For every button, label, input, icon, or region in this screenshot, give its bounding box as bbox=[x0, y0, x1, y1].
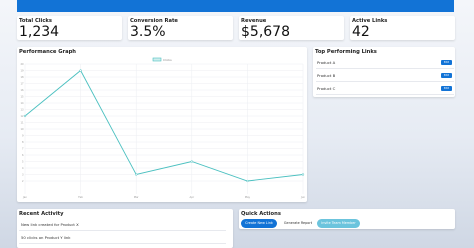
y-tick-label: 19 bbox=[20, 70, 24, 73]
top-link-item: Product A Edit bbox=[316, 57, 454, 69]
stat-value: 3.5% bbox=[130, 24, 166, 40]
activity-item: 50 clicks on Product Y link bbox=[19, 232, 226, 244]
x-tick-label: Apr bbox=[190, 195, 195, 199]
y-tick-label: 11 bbox=[20, 122, 24, 125]
edit-button[interactable]: Edit bbox=[441, 86, 452, 91]
y-tick-label: 18 bbox=[20, 76, 24, 79]
activity-item: New link created for Product X bbox=[19, 219, 226, 231]
top-link-item: Product C Edit bbox=[316, 83, 454, 95]
y-tick-label: 17 bbox=[20, 83, 24, 86]
y-tick-label: 4 bbox=[22, 167, 24, 170]
data-point bbox=[23, 114, 27, 118]
edit-button[interactable]: Edit bbox=[441, 60, 452, 65]
edit-button[interactable]: Edit bbox=[441, 73, 452, 78]
stat-value: $5,678 bbox=[241, 24, 290, 40]
performance-graph-card: Performance Graph Clicks 20 19 18 17 16 15 14 13… bbox=[17, 47, 307, 202]
data-point bbox=[79, 69, 82, 72]
generate-report-button[interactable]: Generate Report bbox=[280, 219, 316, 228]
y-tick-label: 15 bbox=[20, 96, 24, 99]
stat-value: 1,234 bbox=[19, 24, 60, 40]
legend-swatch bbox=[152, 57, 162, 62]
quick-actions-title: Quick Actions bbox=[241, 211, 281, 217]
y-tick-label: 8 bbox=[22, 141, 24, 144]
top-link-label: Product C bbox=[317, 86, 336, 91]
x-tick-label: Feb bbox=[78, 195, 83, 199]
y-tick-label: 16 bbox=[20, 89, 24, 92]
top-link-item: Product B Edit bbox=[316, 70, 454, 82]
y-tick-label: 2 bbox=[22, 180, 24, 183]
x-tick-label: Jun bbox=[300, 195, 305, 199]
y-tick-label: 10 bbox=[20, 128, 24, 131]
stat-card-total-clicks: Total Clicks 1,234 bbox=[17, 16, 122, 40]
performance-chart: Clicks 20 19 18 17 16 15 14 13 12 11 10 9 8 7 6 5 4 3 2 Jan F… bbox=[20, 57, 305, 199]
stat-card-conversion-rate: Conversion Rate 3.5% bbox=[128, 16, 233, 40]
x-tick-label: Jan bbox=[22, 195, 27, 199]
y-tick-label: 7 bbox=[22, 148, 24, 151]
stat-value: 42 bbox=[352, 24, 370, 40]
x-tick-label: May bbox=[245, 195, 251, 199]
activity-text: 50 clicks on Product Y link bbox=[21, 235, 71, 240]
top-header-bar bbox=[17, 0, 454, 12]
data-point bbox=[301, 173, 305, 176]
stat-card-revenue: Revenue $5,678 bbox=[239, 16, 344, 40]
y-tick-label: 9 bbox=[22, 135, 24, 138]
invite-team-member-button[interactable]: Invite Team Member bbox=[317, 219, 360, 228]
series-line-clicks bbox=[24, 69, 304, 182]
y-tick-label: 12 bbox=[20, 115, 24, 118]
y-tick-label: 13 bbox=[20, 109, 24, 112]
top-links-title: Top Performing Links bbox=[315, 49, 377, 55]
y-tick-label: 14 bbox=[20, 102, 24, 105]
recent-activity-card: Recent Activity New link created for Pro… bbox=[17, 209, 233, 248]
y-tick-label: 20 bbox=[20, 63, 24, 66]
recent-activity-title: Recent Activity bbox=[19, 211, 64, 217]
data-point bbox=[190, 160, 193, 163]
create-new-link-button[interactable]: Create New Link bbox=[241, 219, 277, 228]
x-tick-label: Mar bbox=[134, 195, 140, 199]
stat-card-active-links: Active Links 42 bbox=[350, 16, 455, 40]
data-point bbox=[135, 173, 138, 176]
y-tick-label: 3 bbox=[22, 174, 24, 177]
activity-text: New link created for Product X bbox=[21, 222, 79, 227]
legend-label: Clicks bbox=[163, 58, 172, 62]
top-link-label: Product A bbox=[317, 60, 336, 65]
top-links-card: Top Performing Links Product A Edit Prod… bbox=[313, 47, 455, 97]
y-tick-label: 6 bbox=[22, 154, 24, 157]
y-tick-label: 5 bbox=[22, 161, 24, 164]
top-link-label: Product B bbox=[317, 73, 336, 78]
data-point bbox=[246, 179, 249, 183]
